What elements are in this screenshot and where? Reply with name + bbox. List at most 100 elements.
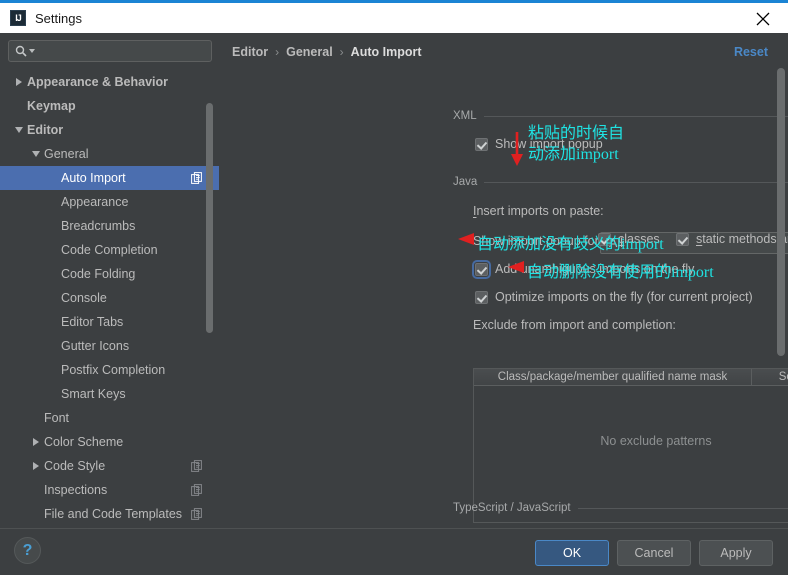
sidebar-item-font[interactable]: Font bbox=[0, 406, 219, 430]
sidebar-item-label: Editor bbox=[27, 123, 64, 137]
column-header-scope[interactable]: Scope bbox=[752, 369, 788, 385]
chevron-right-icon[interactable] bbox=[29, 460, 42, 473]
search-input[interactable] bbox=[35, 43, 211, 59]
settings-sidebar: Appearance & Behavior Keymap Editor General… bbox=[0, 33, 219, 528]
sidebar-item-label: Font bbox=[44, 411, 70, 425]
column-header-mask[interactable]: Class/package/member qualified name mask bbox=[474, 369, 752, 385]
sidebar-item-appearance-behavior[interactable]: Appearance & Behavior bbox=[0, 70, 219, 94]
breadcrumb-item[interactable]: Editor bbox=[232, 45, 268, 59]
sidebar-item-auto-import[interactable]: Auto Import bbox=[0, 166, 219, 190]
sidebar-item-file-and-code-templates[interactable]: File and Code Templates bbox=[0, 502, 219, 526]
checkbox-box[interactable] bbox=[676, 232, 689, 246]
sidebar-item-code-folding[interactable]: Code Folding bbox=[0, 262, 219, 286]
cancel-button[interactable]: Cancel bbox=[617, 540, 691, 566]
checkbox-box[interactable] bbox=[475, 137, 488, 151]
group-java: Java bbox=[453, 176, 788, 188]
breadcrumb: Editor › General › Auto Import bbox=[232, 45, 422, 59]
table-header-row: Class/package/member qualified name mask… bbox=[474, 369, 788, 386]
main-scrollbar-thumb[interactable] bbox=[777, 68, 785, 356]
sidebar-item-general[interactable]: General bbox=[0, 142, 219, 166]
checkbox-box[interactable] bbox=[472, 259, 491, 279]
sidebar-item-smart-keys[interactable]: Smart Keys bbox=[0, 382, 219, 406]
sidebar-item-label: Appearance bbox=[61, 195, 129, 209]
copy-icon[interactable] bbox=[191, 508, 203, 520]
checkbox-box[interactable] bbox=[475, 290, 488, 304]
insert-imports-on-paste-label: Insert imports on paste: bbox=[473, 204, 604, 218]
checkbox-box[interactable] bbox=[598, 232, 611, 246]
copy-icon[interactable] bbox=[191, 172, 203, 184]
sidebar-item-label: Console bbox=[61, 291, 107, 305]
sidebar-item-inspections[interactable]: Inspections bbox=[0, 478, 219, 502]
sidebar-item-keymap[interactable]: Keymap bbox=[0, 94, 219, 118]
sidebar-scrollbar-thumb[interactable] bbox=[206, 103, 213, 333]
sidebar-item-editor[interactable]: Editor bbox=[0, 118, 219, 142]
ok-button[interactable]: OK bbox=[535, 540, 609, 566]
checkbox-label: Optimize imports on the fly (for current… bbox=[495, 290, 753, 304]
sidebar-item-label: Appearance & Behavior bbox=[27, 75, 169, 89]
sidebar-item-gutter-icons[interactable]: Gutter Icons bbox=[0, 334, 219, 358]
sidebar-item-postfix-completion[interactable]: Postfix Completion bbox=[0, 358, 219, 382]
auto-import-settings-content: XML Show import popup Java Insert import… bbox=[219, 66, 788, 528]
sidebar-item-label: File and Code Templates bbox=[44, 507, 183, 521]
chevron-right-icon[interactable] bbox=[29, 436, 42, 449]
breadcrumb-item[interactable]: Auto Import bbox=[351, 45, 422, 59]
sidebar-item-appearance[interactable]: Appearance bbox=[0, 190, 219, 214]
exclude-from-import-label: Exclude from import and completion: bbox=[473, 318, 676, 332]
checkbox-static-methods-and-fields[interactable]: static methods and fields bbox=[676, 232, 788, 246]
checkbox-show-import-popup[interactable]: Show import popup bbox=[475, 137, 603, 151]
sidebar-item-label: Code Style bbox=[44, 459, 106, 473]
group-typescript-label: TypeScript / JavaScript bbox=[453, 502, 571, 514]
dialog-footer: ? OK Cancel Apply bbox=[0, 528, 788, 575]
table-main: Class/package/member qualified name mask… bbox=[474, 369, 788, 522]
apply-button[interactable]: Apply bbox=[699, 540, 773, 566]
window-title: Settings bbox=[35, 10, 82, 26]
checkbox-label: Show import popup bbox=[495, 137, 603, 151]
search-field-wrapper bbox=[8, 40, 212, 62]
copy-icon[interactable] bbox=[191, 484, 203, 496]
sidebar-item-label: Smart Keys bbox=[61, 387, 126, 401]
sidebar-item-code-style[interactable]: Code Style bbox=[0, 454, 219, 478]
settings-main-panel: Editor › General › Auto Import Reset XML Sho… bbox=[219, 33, 788, 528]
chevron-right-icon[interactable] bbox=[12, 76, 25, 89]
search-box[interactable] bbox=[8, 40, 212, 62]
checkbox-add-unambiguous-imports[interactable]: Add unambiguous imports on the fly bbox=[472, 259, 695, 279]
sidebar-item-breadcrumbs[interactable]: Breadcrumbs bbox=[0, 214, 219, 238]
sidebar-item-label: Gutter Icons bbox=[61, 339, 130, 353]
intellij-idea-icon: IJ bbox=[10, 10, 26, 26]
sidebar-item-editor-tabs[interactable]: Editor Tabs bbox=[0, 310, 219, 334]
sidebar-item-label: Inspections bbox=[44, 483, 108, 497]
checkbox-label: Add unambiguous imports on the fly bbox=[495, 262, 695, 276]
sidebar-item-label: Breadcrumbs bbox=[61, 219, 136, 233]
checkbox-optimize-imports[interactable]: Optimize imports on the fly (for current… bbox=[475, 290, 753, 304]
sidebar-item-code-completion[interactable]: Code Completion bbox=[0, 238, 219, 262]
sidebar-item-console[interactable]: Console bbox=[0, 286, 219, 310]
exclude-patterns-table: Class/package/member qualified name mask… bbox=[473, 368, 788, 523]
breadcrumb-item[interactable]: General bbox=[286, 45, 333, 59]
search-icon bbox=[15, 45, 27, 57]
copy-icon[interactable] bbox=[191, 460, 203, 472]
group-java-line bbox=[484, 181, 788, 183]
help-icon[interactable]: ? bbox=[14, 537, 41, 564]
close-icon[interactable] bbox=[750, 7, 776, 31]
group-xml: XML bbox=[453, 110, 788, 122]
group-xml-label: XML bbox=[453, 110, 477, 122]
sidebar-item-label: Postfix Completion bbox=[61, 363, 166, 377]
sidebar-item-color-scheme[interactable]: Color Scheme bbox=[0, 430, 219, 454]
checkbox-classes[interactable]: classes bbox=[598, 232, 660, 246]
reset-link[interactable]: Reset bbox=[734, 45, 768, 59]
chevron-down-icon[interactable] bbox=[12, 124, 25, 137]
sidebar-item-label: Editor Tabs bbox=[61, 315, 124, 329]
sidebar-item-label: General bbox=[44, 147, 89, 161]
chevron-down-icon[interactable] bbox=[29, 148, 42, 161]
